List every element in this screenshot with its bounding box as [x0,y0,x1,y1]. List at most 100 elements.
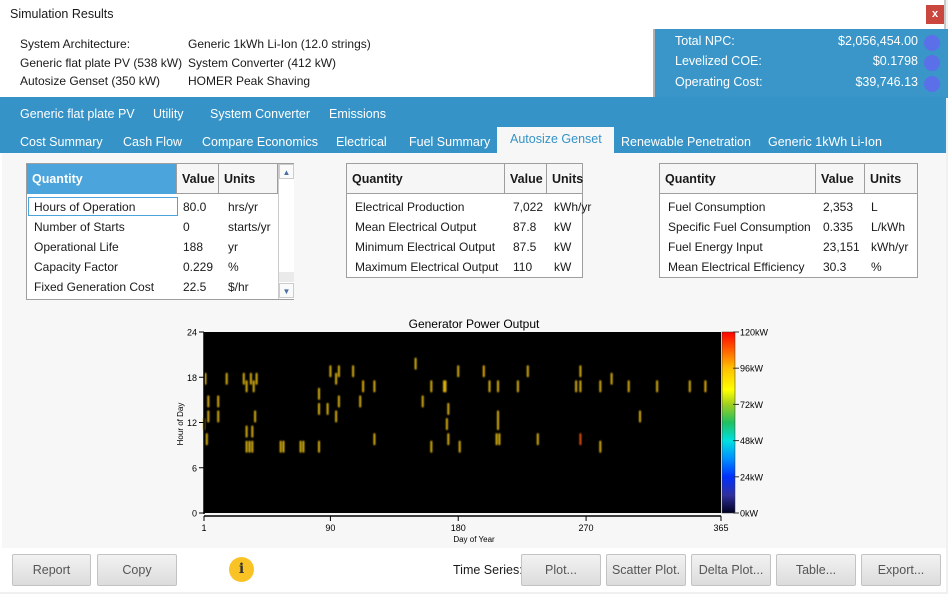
column-header-value[interactable]: Value [505,164,547,194]
electrical-output-table: Quantity Value Units Electrical Producti… [346,163,591,278]
cell-units: kWh/yr [871,240,909,254]
column-header-units[interactable]: Units [219,164,278,194]
cell-quantity: Minimum Electrical Output [355,240,496,254]
cell-units: L [871,200,878,214]
cell-quantity: Hours of Operation [34,200,136,214]
cell-quantity: Specific Fuel Consumption [668,220,811,234]
table-header: Quantity Value Units [347,164,583,194]
architecture-item: HOMER Peak Shaving [188,74,311,88]
cell-units: yr [228,240,238,254]
simulation-results-window: Simulation Results x System Architecture… [0,0,948,592]
scroll-up-arrow-icon[interactable]: ▲ [279,164,294,179]
architecture-item: System Converter (412 kW) [188,56,337,70]
summary-label: Total NPC: [675,34,735,48]
tab-autosize-genset[interactable]: Autosize Genset [497,127,614,153]
summary-value: $0.1798 [872,54,918,68]
tab-cost-summary[interactable]: Cost Summary [20,135,103,149]
tab-cash-flow[interactable]: Cash Flow [123,135,182,149]
column-header-value[interactable]: Value [816,164,865,194]
cell-quantity: Capacity Factor [34,260,119,274]
cell-units: kW [554,240,572,254]
tab-fuel-summary[interactable]: Fuel Summary [409,135,490,149]
cell-units: kWh/yr [554,200,592,214]
cell-quantity: Number of Starts [34,220,125,234]
scroll-track[interactable] [279,272,294,282]
scatter-plot-button[interactable]: Scatter Plot. [606,554,686,586]
tab-renewable-penetration[interactable]: Renewable Penetration [621,135,751,149]
cell-quantity: Fuel Energy Input [668,240,763,254]
info-icon[interactable] [924,55,940,71]
cell-value: 30.3 [823,260,847,274]
table-header: Quantity Value Units [660,164,917,194]
summary-label: Levelized COE: [675,54,762,68]
window-title: Simulation Results [10,7,114,21]
table-header: Quantity Value Units [27,164,278,194]
column-header-units[interactable]: Units [865,164,917,194]
cell-units: starts/yr [228,220,271,234]
summary-value: $2,056,454.00 [838,34,918,48]
cell-units: kW [554,220,572,234]
info-icon[interactable]: i [229,557,254,582]
column-header-quantity[interactable]: Quantity [347,164,505,194]
cell-value: 7,022 [513,200,544,214]
architecture-item: Generic flat plate PV (538 kW) [20,56,183,70]
architecture-item: Generic 1kWh Li-Ion (12.0 strings) [188,37,371,51]
plot-button[interactable]: Plot... [521,554,601,586]
info-icon[interactable] [924,35,940,51]
summary-row-operating-cost: Operating Cost: $39,746.13 [675,75,940,93]
cell-units: % [871,260,882,274]
time-series-label: Time Series: [453,563,523,577]
tab-emissions[interactable]: Emissions [329,107,386,121]
architecture-label: System Architecture: [20,37,131,51]
cell-quantity: Maximum Electrical Output [355,260,499,274]
tab-compare-economics[interactable]: Compare Economics [202,135,318,149]
cell-value: 87.5 [513,240,537,254]
info-icon[interactable] [924,76,940,92]
cell-quantity: Fixed Generation Cost [34,280,155,294]
column-header-quantity[interactable]: Quantity [27,164,177,194]
summary-label: Operating Cost: [675,75,763,89]
cell-value: 80.0 [183,200,207,214]
architecture-item: Autosize Genset (350 kW) [20,74,161,88]
cell-units: L/kWh [871,220,906,234]
report-button[interactable]: Report [12,554,91,586]
cell-value: 87.8 [513,220,537,234]
tab-generic-flat-plate-pv[interactable]: Generic flat plate PV [20,107,135,121]
table-button[interactable]: Table... [776,554,856,586]
cell-quantity: Fuel Consumption [668,200,766,214]
cell-value: 110 [513,260,533,274]
cost-summary-panel: Total NPC: $2,056,454.00 Levelized COE: … [653,29,948,98]
tab-generic-1kwh-li-ion[interactable]: Generic 1kWh Li-Ion [768,135,882,149]
column-header-units[interactable]: Units [547,164,583,194]
cell-value: 0 [183,220,190,234]
cell-value: 188 [183,240,204,254]
cell-value: 22.5 [183,280,207,294]
summary-value: $39,746.13 [855,75,918,89]
tab-utility[interactable]: Utility [153,107,184,121]
cell-units: $/hr [228,280,249,294]
cell-value: 2,353 [823,200,854,214]
fuel-table: Quantity Value Units Fuel Consumption 2,… [659,163,918,278]
column-header-quantity[interactable]: Quantity [660,164,816,194]
bottom-toolbar: Report Copy i Time Series: Plot... Scatt… [0,548,946,592]
tab-electrical[interactable]: Electrical [336,135,387,149]
cell-quantity: Electrical Production [355,200,465,214]
summary-row-total-npc: Total NPC: $2,056,454.00 [675,34,940,52]
cell-value: 0.229 [183,260,214,274]
results-tabs: Generic flat plate PV Utility System Con… [0,97,946,153]
cell-units: hrs/yr [228,200,258,214]
cell-quantity: Operational Life [34,240,119,254]
column-header-value[interactable]: Value [177,164,219,194]
cell-quantity: Mean Electrical Output [355,220,477,234]
delta-plot-button[interactable]: Delta Plot... [691,554,771,586]
cell-value: 23,151 [823,240,860,254]
vertical-scrollbar[interactable]: ▲ ▼ [278,164,294,299]
scroll-down-arrow-icon[interactable]: ▼ [279,283,294,298]
cell-units: kW [554,260,572,274]
cell-units: % [228,260,239,274]
copy-button[interactable]: Copy [97,554,177,586]
export-button[interactable]: Export... [861,554,941,586]
cell-value: 0.335 [823,220,854,234]
close-button[interactable]: x [926,5,944,24]
tab-system-converter[interactable]: System Converter [210,107,310,121]
